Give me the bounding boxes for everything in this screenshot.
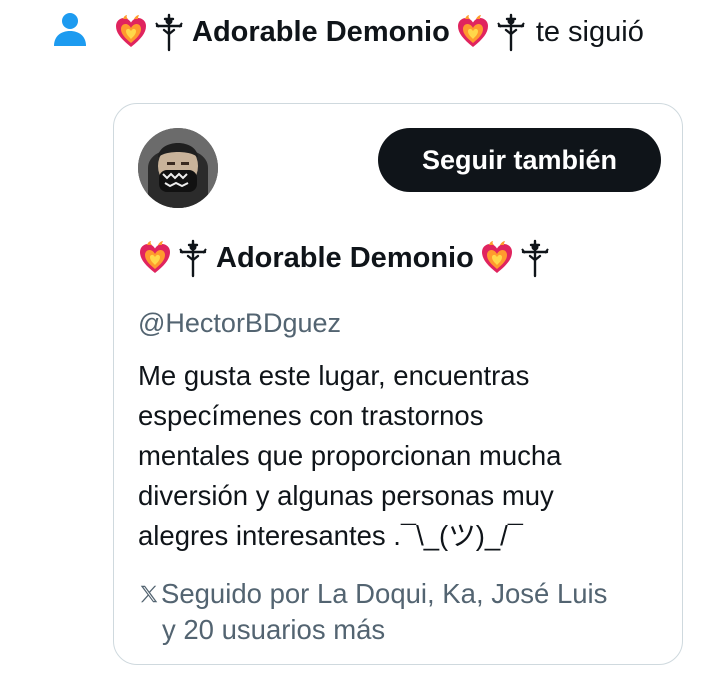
profile-card[interactable]: Seguir también Adorable Demonio @HectorB… xyxy=(113,103,683,665)
avatar[interactable] xyxy=(138,128,218,208)
heart-on-fire-icon xyxy=(480,240,514,276)
heart-on-fire-icon xyxy=(114,14,148,50)
card-name-row[interactable]: Adorable Demonio xyxy=(138,238,554,278)
followed-by-line1: Seguido por La Doqui, Ka, José Luis xyxy=(161,578,608,609)
x-logo-icon xyxy=(140,585,158,603)
card-display-name[interactable]: Adorable Demonio xyxy=(216,242,474,275)
user-handle[interactable]: @HectorBDguez xyxy=(138,308,341,339)
scarecrow-icon xyxy=(520,238,550,278)
scarecrow-icon xyxy=(154,12,184,52)
notification-display-name[interactable]: Adorable Demonio xyxy=(192,12,450,52)
scarecrow-icon xyxy=(496,12,526,52)
notification-headline: Adorable Demonio te siguió xyxy=(114,12,644,52)
follow-back-button[interactable]: Seguir también xyxy=(378,128,661,192)
person-icon xyxy=(54,13,86,46)
notification-row[interactable]: Adorable Demonio te siguió xyxy=(0,0,708,70)
scarecrow-icon xyxy=(178,238,208,278)
heart-on-fire-icon xyxy=(456,14,490,50)
user-bio: Me gusta este lugar, encuentras especíme… xyxy=(138,360,562,551)
heart-on-fire-icon xyxy=(138,240,172,276)
followed-by[interactable]: Seguido por La Doqui, Ka, José Luis y 20… xyxy=(138,576,668,648)
followed-by-line2: y 20 usuarios más xyxy=(162,614,386,645)
notification-action-text: te siguió xyxy=(535,16,644,48)
